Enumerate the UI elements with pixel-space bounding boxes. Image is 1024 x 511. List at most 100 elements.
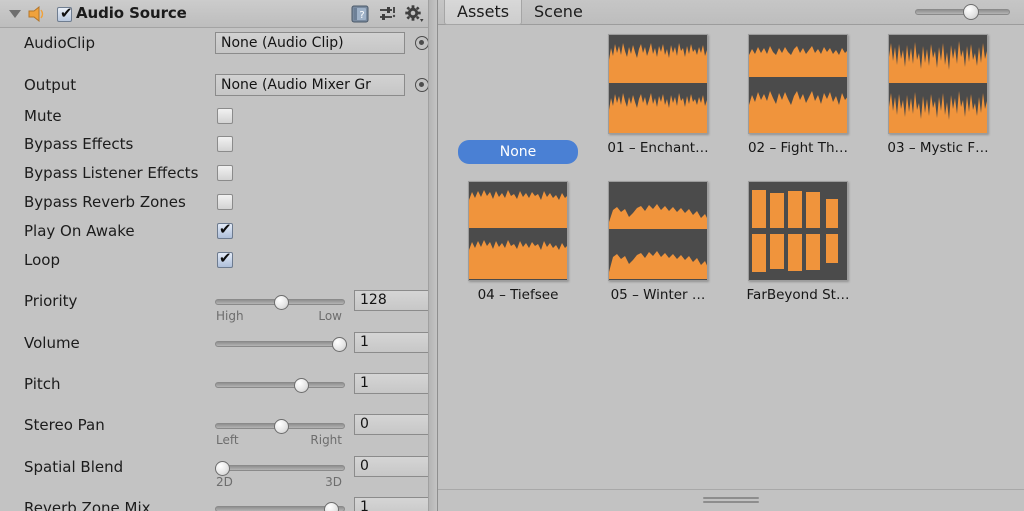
- audio-waveform-thumbnail: [748, 34, 848, 134]
- resize-grip-handle[interactable]: [703, 497, 759, 505]
- asset-item-03[interactable]: 03 – Mystic F…: [868, 34, 1008, 156]
- output-field[interactable]: None (Audio Mixer Gr: [215, 74, 405, 96]
- volume-value-field[interactable]: 1: [354, 332, 429, 353]
- spatial-blend-right-cap: 3D: [325, 475, 342, 489]
- checkmark-icon: ✔: [60, 4, 73, 22]
- thumbnail-zoom-slider[interactable]: [915, 3, 1010, 21]
- audio-source-speaker-icon: [28, 5, 48, 23]
- gear-icon[interactable]: [404, 4, 424, 24]
- property-row-stereo-pan: Stereo Pan Left Right 0: [0, 414, 429, 450]
- property-row-bypass-reverb-zones: Bypass Reverb Zones: [0, 190, 428, 219]
- pitch-slider[interactable]: [215, 378, 345, 393]
- asset-grid: None 01 – Enchant… 02 – Fight Th… 03 – M…: [438, 26, 1024, 486]
- priority-slider-handle[interactable]: [274, 295, 289, 310]
- bypass-effects-checkbox[interactable]: [217, 136, 233, 152]
- bypass-reverb-zones-checkbox[interactable]: [217, 194, 233, 210]
- asset-caption: 03 – Mystic F…: [887, 140, 989, 156]
- inspector-scrollbar[interactable]: [428, 0, 437, 511]
- reverb-zone-mix-slider[interactable]: [215, 502, 345, 511]
- property-row-spatial-blend: Spatial Blend 2D 3D 0: [0, 456, 429, 492]
- asset-browser-tabbar: Assets Scene: [438, 0, 1024, 25]
- audioclip-picker-icon[interactable]: [415, 36, 429, 50]
- asset-item-none[interactable]: None: [448, 34, 588, 164]
- volume-slider-handle[interactable]: [332, 337, 347, 352]
- asset-item-05[interactable]: 05 – Winter …: [588, 181, 728, 303]
- volume-label: Volume: [24, 334, 80, 352]
- bypass-reverb-zones-label: Bypass Reverb Zones: [24, 193, 186, 211]
- pitch-label: Pitch: [24, 375, 61, 393]
- asset-caption: 05 – Winter …: [610, 287, 706, 303]
- foldout-triangle-icon[interactable]: [9, 10, 21, 18]
- pitch-slider-handle[interactable]: [294, 378, 309, 393]
- asset-browser-panel: Assets Scene None 01 – Enchant… 02 – Fig…: [438, 0, 1024, 511]
- asset-caption: 02 – Fight Th…: [747, 140, 849, 156]
- component-header[interactable]: ✔ Audio Source ?: [0, 0, 428, 28]
- audio-waveform-thumbnail: [748, 181, 848, 281]
- tab-scene[interactable]: Scene: [522, 0, 595, 25]
- svg-text:?: ?: [359, 10, 364, 21]
- asset-item-01[interactable]: 01 – Enchant…: [588, 34, 728, 156]
- audio-waveform-thumbnail: [468, 181, 568, 281]
- spatial-blend-label: Spatial Blend: [24, 458, 124, 476]
- mute-label: Mute: [24, 107, 62, 125]
- property-row-output: Output None (Audio Mixer Gr: [0, 73, 429, 102]
- audioclip-label: AudioClip: [24, 34, 95, 52]
- property-row-volume: Volume 1: [0, 332, 429, 360]
- output-label: Output: [24, 76, 77, 94]
- audioclip-field[interactable]: None (Audio Clip): [215, 32, 405, 54]
- spatial-blend-slider-handle[interactable]: [215, 461, 230, 476]
- reverb-zone-mix-label: Reverb Zone Mix: [24, 499, 151, 511]
- asset-item-02[interactable]: 02 – Fight Th…: [728, 34, 868, 156]
- preset-icon[interactable]: [377, 4, 397, 24]
- pitch-value-field[interactable]: 1: [354, 373, 429, 394]
- priority-label: Priority: [24, 292, 78, 310]
- bypass-effects-label: Bypass Effects: [24, 135, 134, 153]
- property-row-play-on-awake: Play On Awake: [0, 219, 428, 248]
- bypass-listener-effects-checkbox[interactable]: [217, 165, 233, 181]
- tab-assets[interactable]: Assets: [444, 0, 523, 25]
- property-row-mute: Mute: [0, 104, 428, 133]
- zoom-slider-handle[interactable]: [963, 4, 979, 20]
- audio-waveform-thumbnail: [888, 34, 988, 134]
- priority-slider[interactable]: [215, 295, 345, 310]
- reverb-zone-mix-slider-handle[interactable]: [324, 502, 339, 511]
- mute-checkbox[interactable]: [217, 108, 233, 124]
- stereo-pan-slider-handle[interactable]: [274, 419, 289, 434]
- property-row-bypass-effects: Bypass Effects: [0, 132, 428, 161]
- none-thumbnail: [468, 34, 568, 134]
- asset-item-04[interactable]: 04 – Tiefsee: [448, 181, 588, 303]
- asset-browser-bottom-bar: [438, 489, 1024, 511]
- audio-waveform-thumbnail: [608, 34, 708, 134]
- property-row-bypass-listener-effects: Bypass Listener Effects: [0, 161, 428, 190]
- spatial-blend-value-field[interactable]: 0: [354, 456, 429, 477]
- volume-slider[interactable]: [215, 337, 347, 352]
- none-selection-pill[interactable]: None: [458, 140, 578, 164]
- audio-waveform-thumbnail: [608, 181, 708, 281]
- property-row-reverb-zone-mix: Reverb Zone Mix 1: [0, 497, 429, 511]
- asset-item-farbeyond[interactable]: FarBeyond St…: [728, 181, 868, 303]
- spatial-blend-slider[interactable]: [215, 461, 345, 476]
- priority-right-cap: Low: [318, 309, 342, 323]
- spatial-blend-left-cap: 2D: [216, 475, 233, 489]
- component-enabled-checkbox[interactable]: ✔: [57, 4, 73, 22]
- loop-label: Loop: [24, 251, 60, 269]
- stereo-pan-slider[interactable]: [215, 419, 345, 434]
- asset-caption: 04 – Tiefsee: [477, 287, 559, 303]
- asset-caption: 01 – Enchant…: [607, 140, 709, 156]
- stereo-pan-label: Stereo Pan: [24, 416, 105, 434]
- bypass-listener-effects-label: Bypass Listener Effects: [24, 164, 199, 182]
- property-row-loop: Loop: [0, 248, 428, 277]
- property-row-priority: Priority High Low 128: [0, 290, 429, 326]
- property-row-audioclip: AudioClip None (Audio Clip): [0, 31, 429, 60]
- stereo-pan-left-cap: Left: [216, 433, 239, 447]
- help-icon[interactable]: ?: [350, 4, 370, 24]
- play-on-awake-checkbox[interactable]: [217, 221, 233, 239]
- priority-value-field[interactable]: 128: [354, 290, 429, 311]
- reverb-zone-mix-value-field[interactable]: 1: [354, 497, 429, 511]
- loop-checkbox[interactable]: [217, 250, 233, 268]
- inspector-panel: ✔ Audio Source ? AudioClip None (Audio C…: [0, 0, 438, 511]
- play-on-awake-label: Play On Awake: [24, 222, 135, 240]
- stereo-pan-value-field[interactable]: 0: [354, 414, 429, 435]
- asset-caption: FarBeyond St…: [746, 287, 850, 303]
- output-picker-icon[interactable]: [415, 78, 429, 92]
